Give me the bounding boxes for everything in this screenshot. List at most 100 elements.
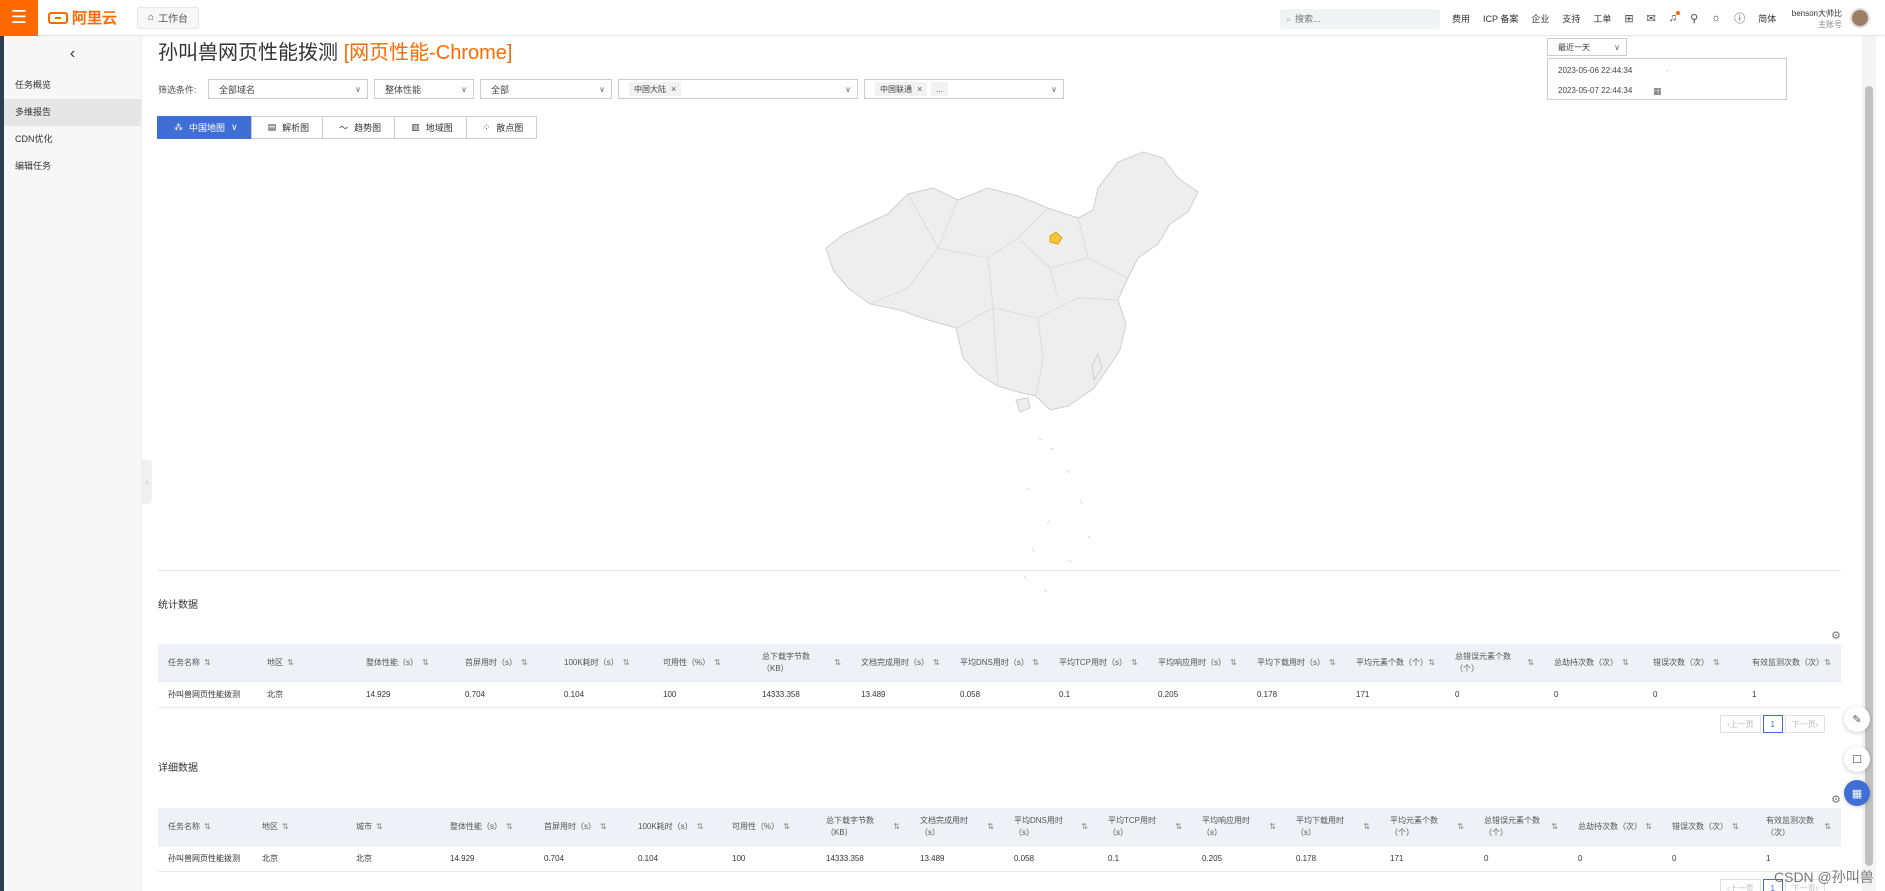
sort-icon[interactable]: ⇅ — [1622, 657, 1629, 669]
column-header[interactable]: 总错误元素个数（个） ⇅ — [1474, 808, 1568, 845]
sort-icon[interactable]: ⇅ — [1645, 821, 1652, 833]
page-number-button[interactable]: 1 — [1762, 715, 1783, 733]
column-header[interactable]: 文档完成用时（s） ⇅ — [910, 808, 1004, 845]
workbench-button[interactable]: ⌂ 工作台 — [137, 6, 200, 29]
column-header[interactable]: 有效监测次数（次） ⇅ — [1756, 808, 1841, 845]
sort-icon[interactable]: ⇅ — [933, 657, 940, 669]
column-header[interactable]: 城市 ⇅ — [346, 808, 440, 845]
nav-ticket[interactable]: 工单 — [1593, 12, 1611, 25]
sort-icon[interactable]: ⇅ — [1269, 821, 1276, 833]
column-header[interactable]: 文档完成用时（s） ⇅ — [851, 644, 950, 681]
search-input[interactable] — [1295, 14, 1416, 24]
sort-icon[interactable]: ⇅ — [987, 821, 994, 833]
prev-page-button[interactable]: ‹ 上一页 — [1720, 715, 1761, 733]
tab-scatter[interactable]: ⁘ 散点图 — [465, 116, 538, 139]
column-header[interactable]: 100K耗时（s） ⇅ — [554, 644, 653, 681]
sort-icon[interactable]: ⇅ — [1527, 657, 1534, 669]
search-box[interactable]: ⌕ — [1280, 9, 1440, 29]
sort-icon[interactable]: ⇅ — [1732, 821, 1739, 833]
column-header[interactable]: 总劫持次数（次） ⇅ — [1568, 808, 1662, 845]
column-header[interactable]: 平均TCP用时（s） ⇅ — [1098, 808, 1192, 845]
edit-icon[interactable]: ✎ — [1844, 706, 1870, 732]
nav-enterprise[interactable]: 企业 — [1531, 12, 1549, 25]
sort-icon[interactable]: ⇅ — [1824, 657, 1831, 669]
sort-icon[interactable]: ⇅ — [282, 821, 289, 833]
date-preset-select[interactable]: 最近一天 ∨ — [1547, 38, 1627, 56]
sort-icon[interactable]: ⇅ — [834, 657, 841, 669]
isp-select[interactable]: 中国联通 ×... ∨ — [864, 79, 1064, 99]
tab-trend[interactable]: 〜趋势图 — [322, 116, 396, 139]
apps-icon[interactable]: ▦ — [1844, 780, 1870, 806]
lightbulb-icon[interactable]: ☼ — [1711, 12, 1721, 24]
column-header[interactable]: 平均元素个数（个） ⇅ — [1380, 808, 1474, 845]
sort-icon[interactable]: ⇅ — [893, 821, 900, 833]
close-icon[interactable]: × — [671, 84, 676, 94]
sort-icon[interactable]: ⇅ — [204, 821, 211, 833]
cart-icon[interactable]: ⚲ — [1690, 12, 1698, 25]
column-header[interactable]: 平均下载用时（s） ⇅ — [1286, 808, 1380, 845]
sort-icon[interactable]: ⇅ — [697, 821, 704, 833]
column-header[interactable]: 总劫持次数（次） ⇅ — [1544, 644, 1643, 681]
column-header[interactable]: 100K耗时（s） ⇅ — [628, 808, 722, 845]
metric-select[interactable]: 整体性能 ∨ — [374, 79, 474, 99]
sort-icon[interactable]: ⇅ — [1081, 821, 1088, 833]
prev-page-button[interactable]: ‹ 上一页 — [1720, 879, 1761, 891]
tab-region[interactable]: ▥ 地域图 — [394, 116, 467, 139]
column-header[interactable]: 任务名称 ⇅ — [158, 808, 252, 845]
sidebar-item-report[interactable]: 多维报告 — [4, 99, 141, 126]
column-header[interactable]: 地区 ⇅ — [257, 644, 356, 681]
domain-select[interactable]: 全部域名 ∨ — [208, 79, 368, 99]
column-header[interactable]: 有效监测次数（次） ⇅ — [1742, 644, 1841, 681]
tab-analysis[interactable]: ▤ 解析图 — [250, 116, 324, 139]
gear-icon[interactable]: ⚙ — [1831, 793, 1841, 806]
column-header[interactable]: 首屏用时（s） ⇅ — [534, 808, 628, 845]
column-header[interactable]: 平均响应用时（s） ⇅ — [1192, 808, 1286, 845]
sort-icon[interactable]: ⇅ — [1131, 657, 1138, 669]
sort-icon[interactable]: ⇅ — [1713, 657, 1720, 669]
sort-icon[interactable]: ⇅ — [600, 821, 607, 833]
help-icon[interactable]: ⓘ — [1734, 10, 1745, 26]
column-header[interactable]: 地区 ⇅ — [252, 808, 346, 845]
column-header[interactable]: 总下载字节数（KB） ⇅ — [752, 644, 851, 681]
user-info[interactable]: benson大帅比 主账号 — [1788, 8, 1842, 30]
bell-icon[interactable]: ♫ — [1669, 11, 1681, 24]
column-header[interactable]: 首屏用时（s） ⇅ — [455, 644, 554, 681]
sort-icon[interactable]: ⇅ — [1032, 657, 1039, 669]
sort-icon[interactable]: ⇅ — [287, 657, 294, 669]
back-chevron-icon[interactable]: ‹ — [4, 36, 141, 72]
nav-support[interactable]: 支持 — [1562, 12, 1580, 25]
chat-icon[interactable]: ☐ — [1844, 746, 1870, 772]
avatar[interactable] — [1850, 8, 1870, 28]
gear-icon[interactable]: ⚙ — [1831, 629, 1841, 642]
monitor-icon[interactable]: ⊞ — [1624, 12, 1633, 25]
column-header[interactable]: 可用性（%） ⇅ — [722, 808, 816, 845]
next-page-button[interactable]: 下一页 › — [1784, 715, 1826, 733]
column-header[interactable]: 错误次数（次） ⇅ — [1643, 644, 1742, 681]
menu-icon[interactable]: ☰ — [0, 0, 38, 36]
logo[interactable]: 阿里云 — [48, 7, 117, 28]
column-header[interactable]: 平均下载用时（s） ⇅ — [1247, 644, 1346, 681]
column-header[interactable]: 平均TCP用时（s） ⇅ — [1049, 644, 1148, 681]
sort-icon[interactable]: ⇅ — [1230, 657, 1237, 669]
sort-icon[interactable]: ⇅ — [1175, 821, 1182, 833]
sort-icon[interactable]: ⇅ — [1363, 821, 1370, 833]
column-header[interactable]: 任务名称 ⇅ — [158, 644, 257, 681]
sort-icon[interactable]: ⇅ — [1329, 657, 1336, 669]
column-header[interactable]: 平均元素个数（个） ⇅ — [1346, 644, 1445, 681]
column-header[interactable]: 可用性（%） ⇅ — [653, 644, 752, 681]
nav-icp[interactable]: ICP 备案 — [1483, 12, 1518, 25]
tab-china-map[interactable]: ⁂ 中国地图 ∨ — [157, 116, 252, 139]
nav-fees[interactable]: 费用 — [1452, 12, 1470, 25]
column-header[interactable]: 整体性能（s） ⇅ — [440, 808, 534, 845]
sidebar-item-cdn[interactable]: CDN优化 — [4, 126, 141, 153]
china-map[interactable] — [788, 148, 1238, 600]
column-header[interactable]: 平均DNS用时（s） ⇅ — [950, 644, 1049, 681]
sort-icon[interactable]: ⇅ — [521, 657, 528, 669]
column-header[interactable]: 平均响应用时（s） ⇅ — [1148, 644, 1247, 681]
sidebar-item-edit[interactable]: 编辑任务 — [4, 153, 141, 180]
column-header[interactable]: 平均DNS用时（s） ⇅ — [1004, 808, 1098, 845]
scope-select[interactable]: 全部 ∨ — [480, 79, 612, 99]
sort-icon[interactable]: ⇅ — [623, 657, 630, 669]
mail-icon[interactable]: ✉ — [1647, 12, 1656, 25]
sort-icon[interactable]: ⇅ — [1428, 657, 1435, 669]
